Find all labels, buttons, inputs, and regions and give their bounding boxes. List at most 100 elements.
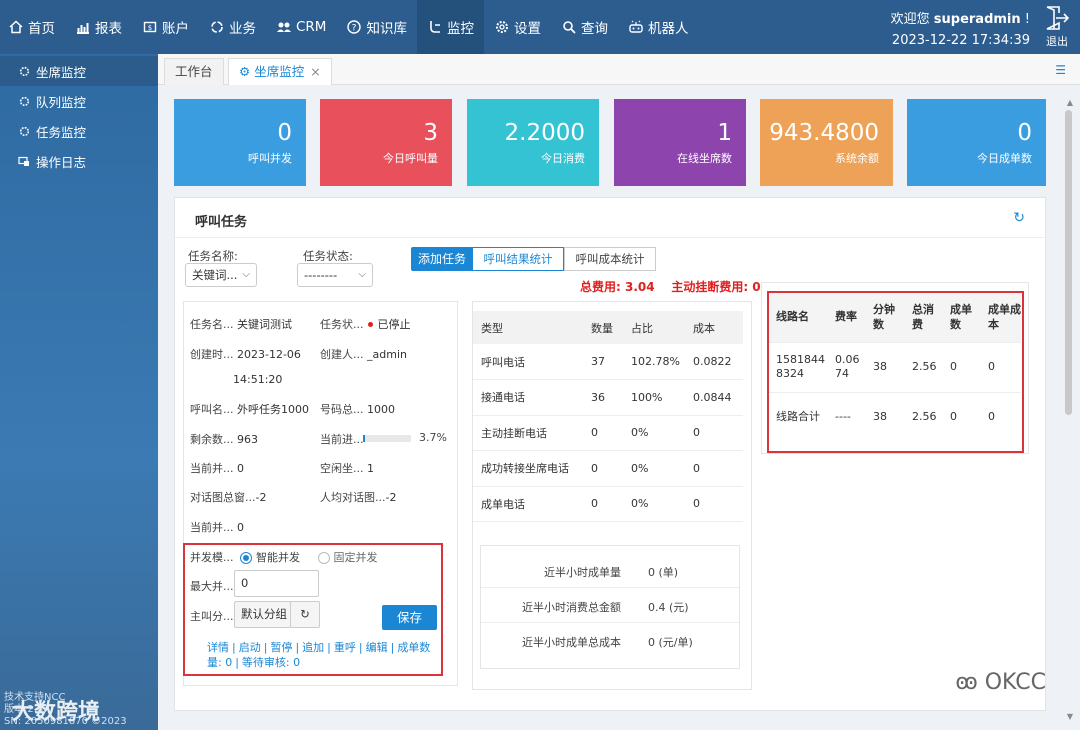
sidebar-item-task-monitor[interactable]: 任务监控 (0, 116, 158, 146)
number-total-row: 号码总... 1000 (320, 401, 395, 417)
table-cell: 0 (685, 486, 743, 522)
nav-item-home[interactable]: 首页 (0, 0, 65, 54)
close-icon[interactable]: × (310, 64, 320, 79)
field-value: _admin (367, 348, 407, 361)
field-value: 14:51:20 (233, 373, 283, 386)
svg-text:$: $ (148, 24, 152, 32)
idle-agents-row: 空闲坐... 1 (320, 460, 374, 476)
gear-icon (18, 95, 30, 107)
logout-icon (1046, 6, 1070, 30)
sidebar-item-queue-monitor[interactable]: 队列监控 (0, 86, 158, 116)
max-concurrency-input[interactable]: 0 (234, 570, 319, 597)
start-link[interactable]: 启动 (239, 641, 261, 654)
field-value: 1000 (367, 403, 395, 416)
nav-label: 首页 (28, 21, 55, 37)
current-datetime: 2023-12-22 17:34:39 (891, 33, 1030, 48)
table-cell: 36 (583, 379, 623, 416)
account-icon: $ (142, 19, 158, 35)
field-key: 剩余数... (190, 433, 234, 446)
scroll-up-icon[interactable]: ▲ (1067, 98, 1073, 107)
redial-link[interactable]: 重呼 (334, 641, 356, 654)
stat-key: 近半小时成单总成本 (522, 636, 621, 649)
field-value: -2 (255, 491, 267, 504)
sidebar-item-agent-monitor[interactable]: 坐席监控 (0, 56, 158, 86)
option-label: 固定并发 (333, 551, 378, 564)
table-row: 成功转接坐席电话 0 0% 0 (473, 450, 743, 487)
nav-label: 业务 (229, 21, 256, 37)
stat-value: 0.4 (元) (648, 601, 689, 614)
logout-button[interactable]: 退出 (1042, 5, 1072, 49)
nav-label: 知识库 (366, 21, 407, 37)
creator-row: 创建人... _admin (320, 346, 407, 362)
nav-item-robot[interactable]: 机器人 (618, 0, 699, 54)
stat-card-today-cost: 2.2000 今日消费 (467, 99, 599, 186)
tabs-menu-icon[interactable]: ☰ (1055, 63, 1066, 77)
detail-link[interactable]: 详情 (207, 641, 229, 654)
half-hour-stats-box: 近半小时成单量 0 (单) 近半小时消费总金额 0.4 (元) 近半小时成单总成本 0… (480, 545, 740, 669)
field-key: 对话图总窗... (190, 491, 256, 504)
stat-card-call-concurrency: 0 呼叫并发 (174, 99, 306, 186)
field-key: 当前进... (320, 433, 364, 446)
scroll-down-icon[interactable]: ▼ (1067, 712, 1073, 721)
chevron-down-icon: ⌵ (242, 269, 250, 280)
radio-checked-icon (240, 552, 252, 564)
task-status-select[interactable]: -------- ⌵ (297, 263, 373, 287)
nav-item-reports[interactable]: 报表 (65, 0, 132, 54)
gear-icon: ⚙ (239, 64, 255, 79)
caller-group-label: 主叫分... (190, 610, 234, 623)
stat-card-today-orders: 0 今日成单数 (907, 99, 1046, 186)
stat-value: 0 (277, 120, 292, 146)
group-refresh-button[interactable]: ↻ (290, 601, 320, 628)
add-task-button[interactable]: 添加任务 (411, 247, 473, 271)
call-stats-table: 类型 数量 占比 成本 呼叫电话 37 102.78% 0.0822 接通电话 36 10… (473, 311, 743, 522)
stat-label: 在线坐席数 (677, 152, 732, 165)
progress-row: 当前进... (320, 431, 364, 447)
nav-item-crm[interactable]: CRM (266, 0, 336, 54)
task-name-row: 任务名... 关键词测试 (190, 316, 292, 332)
max-concurrency-label: 最大并... (190, 580, 234, 593)
logout-label: 退出 (1046, 35, 1068, 48)
table-cell: 0 (583, 450, 623, 487)
chart-icon (75, 19, 91, 35)
log-icon (18, 155, 30, 167)
nav-item-account[interactable]: $ 账户 (132, 0, 199, 54)
column-header: 数量 (583, 311, 623, 344)
nav-item-knowledge[interactable]: ? 知识库 (336, 0, 417, 54)
gear-icon (18, 125, 30, 137)
append-link[interactable]: 追加 (302, 641, 324, 654)
pause-link[interactable]: 暂停 (270, 641, 292, 654)
call-cost-stats-button[interactable]: 呼叫成本统计 (564, 247, 656, 271)
sidebar-item-label: 操作日志 (36, 154, 87, 170)
total-cost: 总费用: 3.04 (580, 280, 655, 294)
call-name-row: 呼叫名... 外呼任务1000 (190, 401, 309, 417)
nav-item-business[interactable]: 业务 (199, 0, 266, 54)
pending-review-link[interactable]: 等待审核: 0 (242, 656, 300, 669)
table-cell: 0.0844 (685, 379, 743, 416)
table-cell: 0 (685, 415, 743, 451)
table-cell: 0 (583, 486, 623, 522)
save-button[interactable]: 保存 (382, 605, 437, 630)
panel-title: 呼叫任务 (195, 215, 248, 230)
stat-label: 今日呼叫量 (383, 152, 438, 165)
call-result-stats-button[interactable]: 呼叫结果统计 (472, 247, 564, 271)
task-action-links: 详情 | 启动 | 暂停 | 追加 | 重呼 | 编辑 | 成单数量: 0 | 等待审核: 0 (207, 641, 431, 669)
nav-item-query[interactable]: 查询 (551, 0, 618, 54)
nav-label: CRM (296, 19, 327, 35)
nav-item-monitor[interactable]: 监控 (416, 0, 484, 54)
scrollbar-thumb[interactable] (1065, 110, 1072, 415)
main-nav: 首页 报表 $ 账户 业务 CRM ? 知识库 监控 设置 查询 机器人 (0, 0, 698, 54)
tab-agent-monitor[interactable]: ⚙ 坐席监控 × (228, 58, 332, 85)
table-cell: 102.78% (623, 344, 685, 380)
sidebar-item-operation-log[interactable]: 操作日志 (0, 146, 158, 176)
refresh-icon[interactable]: ↻ (1013, 210, 1025, 226)
smart-concurrency-option[interactable]: 智能并发 (240, 551, 300, 564)
task-name-select[interactable]: 关键词... ⌵ (185, 263, 257, 287)
field-value: 外呼任务1000 (237, 403, 309, 416)
tab-label: 坐席监控 (254, 64, 305, 79)
nav-item-settings[interactable]: 设置 (484, 0, 551, 54)
table-cell: 成功转接坐席电话 (473, 450, 583, 487)
edit-link[interactable]: 编辑 (366, 641, 388, 654)
tab-workbench[interactable]: 工作台 (164, 58, 224, 85)
fixed-concurrency-option[interactable]: 固定并发 (317, 551, 378, 564)
caller-group-field[interactable]: 默认分组 (234, 601, 291, 628)
